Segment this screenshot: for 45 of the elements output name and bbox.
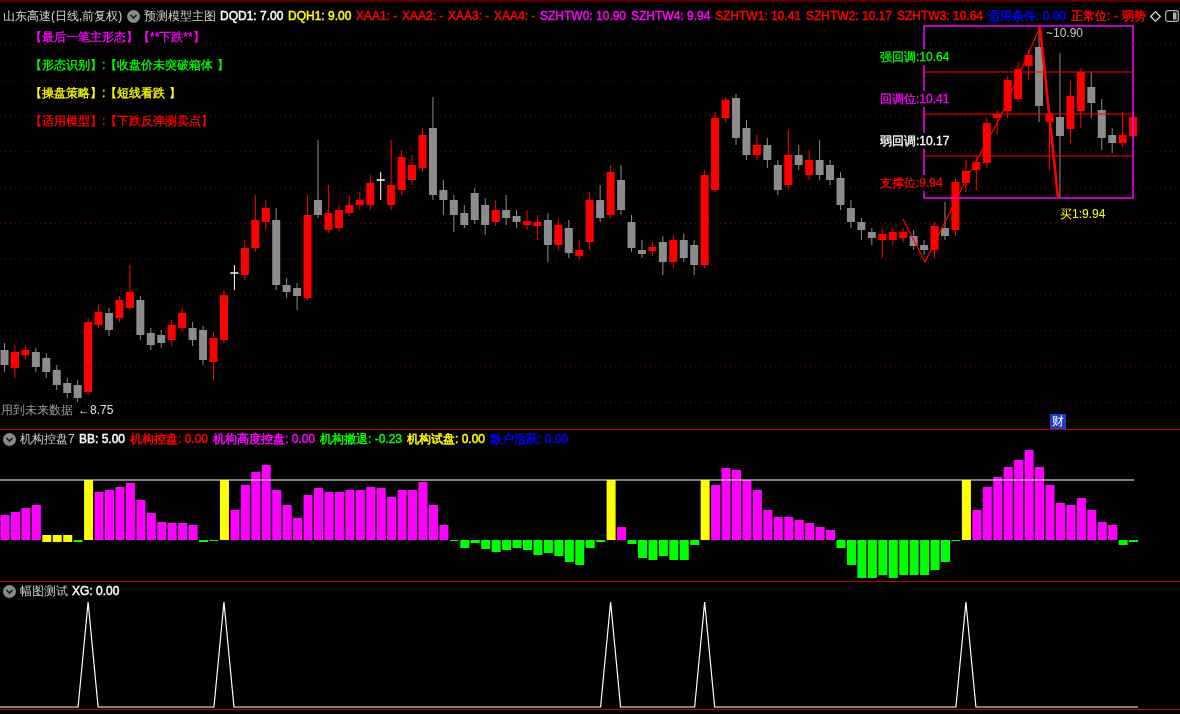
signal-text: 【适用模型】:【下跌反弹测卖点】 [30,113,214,129]
indicator-value: 正常位: - [1071,8,1118,24]
chevron-down-icon[interactable] [3,584,16,598]
sidebar-toggle-icon[interactable] [1165,10,1179,22]
indicator-value: 适用条件: 0.00 [988,8,1067,24]
indicator-value: 机构试盘: 0.00 [407,431,486,447]
indicator-value: XAA3: - [448,8,490,24]
indicator-value: SZHTW4: 9.94 [631,8,711,24]
indicator-value: SZHTW2: 10.17 [806,8,893,24]
indicator-value: SZHTW3: 10.64 [897,8,984,24]
level-label: 支撑位:9.94 [880,175,944,191]
indicator-value: XAA1: - [356,8,398,24]
indicator-value: XAA4: - [494,8,536,24]
indicator-value: SZHTW1: 10.41 [715,8,802,24]
stock-title: 山东高速(日线,前复权) [3,8,123,24]
low-price-label: ←8.75 [78,403,114,417]
indicator-value: XG: 0.00 [72,583,120,599]
indicator-value: 散户活跃: 0.00 [490,431,569,447]
signal-text: 【形态识别】:【收盘价未突破箱体 】 [30,57,229,73]
indicator-value: 机构撤退: -0.23 [320,431,403,447]
signal-text: 【操盘策略】:【短线看跌 】 [30,85,181,101]
finance-badge[interactable]: 财 [1050,414,1066,429]
warning-note: 用到未来数据 [1,403,73,417]
peak-price-label: ~10.90 [1046,26,1084,40]
indicator-name[interactable]: 预测模型主图 [144,8,216,24]
indicator-value: DQD1: 7.00 [220,8,284,24]
indicator-value: XAA2: - [402,8,444,24]
signal-text: 【最后一笔主形态】【**下跌**】 [30,29,205,45]
level-label: 弱回调:10.17 [880,133,951,149]
doji-candle [375,171,386,201]
level-label: 强回调:10.64 [880,49,951,65]
buy-signal-label: 买1:9.94 [1060,207,1106,221]
chevron-down-icon[interactable] [127,9,140,23]
indicator-value: DQH1: 9.00 [288,8,352,24]
indicator-name[interactable]: 机构控盘7 [20,431,75,447]
diamond-icon[interactable] [1150,10,1161,22]
indicator-name[interactable]: 幅图测试 [20,583,68,599]
indicator-value: 机构控盘: 0.00 [130,431,209,447]
chevron-down-icon[interactable] [3,432,16,446]
doji-candle [229,264,240,291]
indicator-value: 机构高度控盘: 0.00 [213,431,316,447]
indicator-value: 弱势 [1122,8,1146,24]
indicator-value: SZHTW0: 10.90 [540,8,627,24]
indicator-value: BB: 5.00 [79,431,126,447]
level-label: 回调位:10.41 [880,91,951,107]
